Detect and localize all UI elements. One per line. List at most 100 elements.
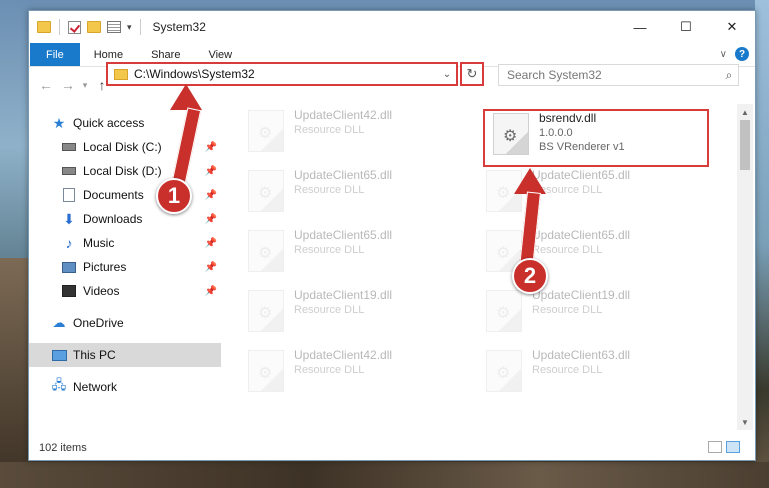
- dll-file-icon: [493, 113, 529, 155]
- highlighted-file[interactable]: bsrendv.dll 1.0.0.0 BS VRenderer v1: [483, 109, 709, 167]
- window-controls: — ☐ ✕: [617, 11, 755, 43]
- step-badge-2: 2: [512, 258, 548, 294]
- file-tile[interactable]: UpdateClient42.dll Resource DLL: [240, 108, 470, 158]
- pin-icon[interactable]: 📌: [205, 142, 217, 153]
- chevron-down-icon[interactable]: ⌄: [438, 69, 456, 80]
- annotation-arrow-2-head: [514, 168, 546, 194]
- search-box[interactable]: Search System32 ⌕: [498, 64, 739, 86]
- sidebar-item-onedrive[interactable]: ☁ OneDrive: [29, 311, 221, 335]
- file-type: Resource DLL: [294, 124, 365, 136]
- maximize-button[interactable]: ☐: [663, 11, 709, 43]
- properties-check-icon[interactable]: [68, 20, 81, 34]
- chevron-down-icon[interactable]: ▾: [127, 22, 132, 33]
- sidebar-item-label: Local Disk (D:): [83, 164, 162, 178]
- file-type: Resource DLL: [294, 184, 365, 196]
- file-tile[interactable]: UpdateClient65.dll Resource DLL: [240, 168, 470, 218]
- expand-ribbon-icon[interactable]: ∨: [720, 49, 727, 60]
- refresh-icon: ↻: [466, 66, 478, 81]
- folder-icon: [114, 68, 128, 80]
- file-name: UpdateClient19.dll: [532, 288, 631, 302]
- sidebar-item-local-disk-d[interactable]: Local Disk (D:) 📌: [29, 159, 221, 183]
- file-name: UpdateClient42.dll: [294, 348, 393, 362]
- title-bar: ▾ System32 — ☐ ✕: [29, 11, 755, 43]
- file-tile[interactable]: UpdateClient63.dll Resource DLL: [478, 348, 708, 398]
- annotation-arrow-1-head: [170, 84, 202, 110]
- dll-file-icon: [486, 290, 522, 332]
- search-input[interactable]: Search System32: [507, 68, 720, 82]
- file-version: 1.0.0.0: [539, 127, 573, 139]
- quick-access-toolbar: ▾: [29, 19, 143, 35]
- dll-file-icon: [248, 290, 284, 332]
- tab-file[interactable]: File: [30, 43, 80, 66]
- vertical-scrollbar[interactable]: ▲ ▼: [737, 104, 753, 430]
- sidebar-item-label: Downloads: [83, 212, 143, 226]
- details-view-icon[interactable]: [708, 441, 722, 453]
- folder-icon: [37, 21, 51, 33]
- step-badge-1: 1: [156, 178, 192, 214]
- sidebar-item-this-pc[interactable]: This PC: [29, 343, 221, 367]
- address-path[interactable]: C:\Windows\System32: [134, 67, 438, 81]
- file-name: UpdateClient65.dll: [294, 228, 393, 242]
- background-edge: [755, 0, 769, 488]
- search-icon[interactable]: ⌕: [720, 68, 738, 83]
- scroll-up-icon[interactable]: ▲: [737, 104, 753, 120]
- address-bar[interactable]: C:\Windows\System32 ⌄: [106, 62, 458, 86]
- file-tile[interactable]: UpdateClient65.dll Resource DLL: [240, 228, 470, 278]
- dll-file-icon: [248, 230, 284, 272]
- pin-icon[interactable]: 📌: [205, 286, 217, 297]
- file-type: Resource DLL: [294, 244, 365, 256]
- file-name: UpdateClient42.dll: [294, 108, 393, 122]
- recent-locations-icon[interactable]: ▾: [79, 80, 91, 91]
- sidebar-item-music[interactable]: ♪ Music 📌: [29, 231, 221, 255]
- file-tile[interactable]: UpdateClient65.dll Resource DLL: [478, 168, 708, 218]
- pin-icon[interactable]: 📌: [205, 166, 217, 177]
- scroll-down-icon[interactable]: ▼: [737, 414, 753, 430]
- videos-icon: [61, 284, 77, 298]
- pin-icon[interactable]: 📌: [205, 190, 217, 201]
- sidebar-item-downloads[interactable]: ⬇ Downloads 📌: [29, 207, 221, 231]
- status-bar: 102 items: [29, 436, 755, 460]
- file-tile[interactable]: bsrendv.dll 1.0.0.0 BS VRenderer v1: [485, 111, 715, 161]
- forward-arrow-icon[interactable]: →: [57, 77, 79, 93]
- separator: [139, 19, 141, 35]
- minimize-button[interactable]: —: [617, 11, 663, 43]
- dll-file-icon: [248, 350, 284, 392]
- file-tile[interactable]: UpdateClient42.dll Resource DLL: [240, 348, 470, 398]
- new-folder-icon[interactable]: [87, 21, 101, 33]
- close-button[interactable]: ✕: [709, 11, 755, 43]
- help-icon[interactable]: ?: [735, 47, 749, 61]
- pin-icon[interactable]: 📌: [205, 262, 217, 273]
- sidebar-item-videos[interactable]: Videos 📌: [29, 279, 221, 303]
- sidebar-item-label: Pictures: [83, 260, 127, 274]
- ribbon-right: ∨ ?: [720, 47, 749, 61]
- background-rock: [0, 258, 30, 488]
- file-description: BS VRenderer v1: [539, 141, 625, 153]
- file-name: UpdateClient65.dll: [532, 228, 631, 242]
- customize-icon[interactable]: [107, 21, 121, 33]
- file-type: Resource DLL: [532, 244, 603, 256]
- drive-icon: [61, 140, 77, 154]
- sidebar-item-label: Local Disk (C:): [83, 140, 162, 154]
- scroll-thumb[interactable]: [740, 120, 750, 170]
- file-type: Resource DLL: [532, 364, 603, 376]
- pin-icon[interactable]: 📌: [205, 238, 217, 249]
- sidebar-item-label: This PC: [73, 348, 116, 362]
- file-tile[interactable]: UpdateClient19.dll Resource DLL: [240, 288, 470, 338]
- sidebar-item-label: Network: [73, 380, 118, 394]
- star-icon: ★: [52, 114, 66, 131]
- downloads-icon: ⬇: [63, 210, 75, 227]
- file-tile[interactable]: UpdateClient19.dll Resource DLL: [478, 288, 708, 338]
- sidebar-item-label: OneDrive: [73, 316, 124, 330]
- sidebar-item-pictures[interactable]: Pictures 📌: [29, 255, 221, 279]
- sidebar-item-network[interactable]: 🖧 Network: [29, 375, 221, 399]
- sidebar-item-documents[interactable]: Documents 📌: [29, 183, 221, 207]
- item-count: 102 items: [39, 442, 87, 454]
- file-name: UpdateClient19.dll: [294, 288, 393, 302]
- pin-icon[interactable]: 📌: [205, 214, 217, 225]
- separator: [59, 19, 60, 35]
- pictures-icon: [61, 260, 77, 274]
- back-arrow-icon[interactable]: ←: [35, 77, 57, 93]
- tiles-view-icon[interactable]: [726, 441, 740, 453]
- refresh-button[interactable]: ↻: [460, 62, 484, 86]
